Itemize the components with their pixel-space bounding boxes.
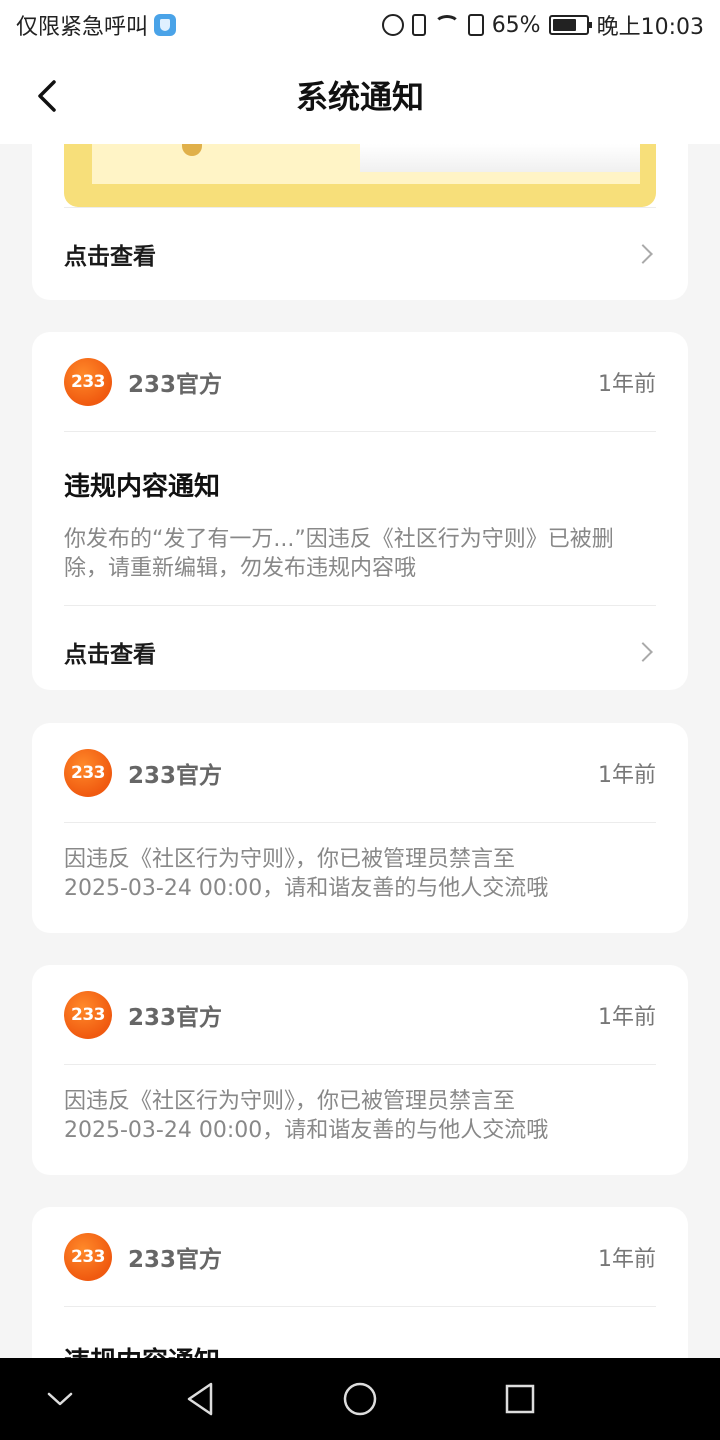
chevron-right-icon bbox=[633, 642, 653, 662]
notification-body: 你发布的“发了有一万...”因违反《社区行为守则》已被删除，请重新编辑，勿发布违… bbox=[64, 527, 614, 581]
timestamp: 1年前 bbox=[598, 1246, 656, 1272]
timestamp: 1年前 bbox=[598, 762, 656, 788]
system-nav-bar bbox=[0, 1358, 720, 1440]
recents-square-icon bbox=[505, 1384, 535, 1414]
nav-home-button[interactable] bbox=[320, 1358, 400, 1440]
battery-icon bbox=[548, 15, 592, 35]
sender-name: 233官方 bbox=[128, 762, 223, 789]
sender-name: 233官方 bbox=[128, 1246, 223, 1273]
notification-card: 233 233官方 1年前 违规内容通知 bbox=[32, 1207, 688, 1358]
hide-nav-button[interactable] bbox=[20, 1358, 100, 1440]
view-details-row[interactable]: 点击查看 bbox=[64, 208, 656, 300]
home-circle-icon bbox=[343, 1382, 377, 1416]
carrier-text: 仅限紧急呼叫 bbox=[16, 15, 149, 40]
notification-card: 点击查看 bbox=[32, 144, 688, 300]
avatar: 233 bbox=[64, 748, 112, 797]
avatar: 233 bbox=[64, 1232, 112, 1281]
view-details-label: 点击查看 bbox=[64, 642, 156, 668]
view-details-label: 点击查看 bbox=[64, 244, 156, 270]
timestamp: 1年前 bbox=[598, 1004, 656, 1030]
notification-card: 233 233官方 1年前 因违反《社区行为守则》，你已被管理员禁言至2025-… bbox=[32, 723, 688, 933]
nav-recents-button[interactable] bbox=[480, 1358, 560, 1440]
timestamp: 1年前 bbox=[598, 371, 656, 397]
card-header: 233 233官方 1年前 bbox=[64, 723, 656, 823]
avatar: 233 bbox=[64, 357, 112, 406]
nfc-icon bbox=[381, 14, 404, 36]
sender-name: 233官方 bbox=[128, 1004, 223, 1031]
banner-image-remnant bbox=[64, 144, 656, 207]
notification-title: 违规内容通知 bbox=[64, 1341, 656, 1358]
sim-alert-icon bbox=[467, 14, 484, 36]
wifi-icon bbox=[433, 15, 460, 35]
hide-nav-icon bbox=[47, 1392, 73, 1406]
notification-body: 因违反《社区行为守则》，你已被管理员禁言至2025-03-24 00:00，请和… bbox=[64, 1089, 549, 1143]
notification-card: 233 233官方 1年前 违规内容通知 你发布的“发了有一万...”因违反《社… bbox=[32, 332, 688, 690]
clock: 晚上10:03 bbox=[596, 15, 704, 40]
view-details-row[interactable]: 点击查看 bbox=[64, 606, 656, 698]
chevron-left-icon bbox=[38, 80, 56, 112]
notification-title: 违规内容通知 bbox=[64, 472, 221, 502]
back-button[interactable] bbox=[26, 74, 70, 118]
notification-list[interactable]: 点击查看 233 233官方 1年前 违规内容通知 你发布的“发了有一万...”… bbox=[0, 144, 720, 1358]
nav-back-button[interactable] bbox=[160, 1358, 240, 1440]
sender-name: 233官方 bbox=[128, 371, 223, 398]
vibrate-icon bbox=[411, 14, 426, 36]
page-title: 系统通知 bbox=[295, 78, 424, 116]
notification-card: 233 233官方 1年前 因违反《社区行为守则》，你已被管理员禁言至2025-… bbox=[32, 965, 688, 1175]
app-header: 系统通知 bbox=[0, 50, 720, 144]
card-header: 233 233官方 1年前 bbox=[64, 1207, 656, 1307]
chevron-right-icon bbox=[633, 244, 653, 264]
card-header: 233 233官方 1年前 bbox=[64, 332, 656, 432]
avatar: 233 bbox=[64, 990, 112, 1039]
status-bar: 仅限紧急呼叫 65% 晚上10:03 bbox=[0, 0, 720, 50]
card-header: 233 233官方 1年前 bbox=[64, 965, 656, 1065]
notification-body: 因违反《社区行为守则》，你已被管理员禁言至2025-03-24 00:00，请和… bbox=[64, 847, 549, 901]
back-triangle-icon bbox=[187, 1382, 213, 1416]
battery-percent: 65% bbox=[491, 12, 541, 38]
shield-icon bbox=[154, 14, 177, 36]
